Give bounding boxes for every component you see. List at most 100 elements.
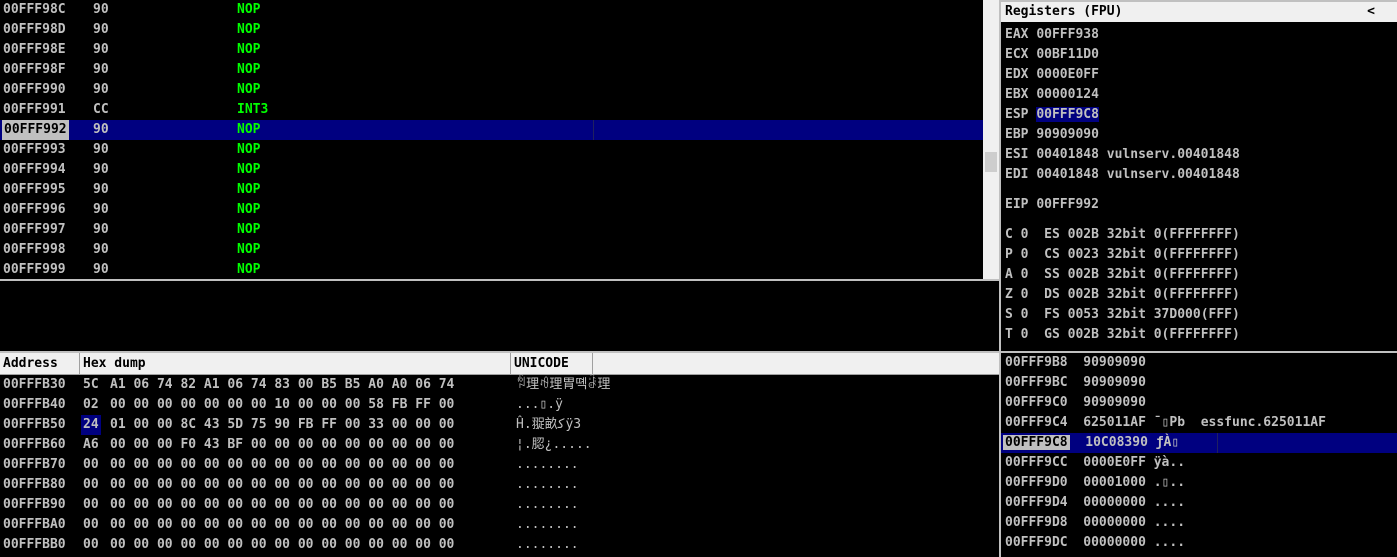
stack-value[interactable]: 00000000 [1083,535,1146,550]
dump-bytes[interactable]: 00 00 00 00 00 00 00 10 00 00 00 58 FB F… [110,395,454,415]
register-eip[interactable]: EIP 00FFF992 [1001,195,1397,215]
dump-bytes[interactable]: 01 00 00 8C 43 5D 75 90 FB FF 00 33 00 0… [110,415,454,435]
dump-byte[interactable]: 5C [83,375,99,395]
segment-value[interactable]: 0023 [1068,247,1099,262]
stack-row[interactable]: 00FFF9D8 00000000 .... [1001,513,1397,533]
dump-header-hex[interactable]: Hex dump [80,353,511,374]
segment-value[interactable]: 002B [1068,287,1099,302]
register-value[interactable]: 90909090 [1036,127,1099,142]
stack-row[interactable]: 00FFF9DC 00000000 .... [1001,533,1397,553]
segment-value[interactable]: 002B [1068,227,1099,242]
register-edi[interactable]: EDI 00401848 vulnserv.00401848 [1001,165,1397,185]
dump-bytes[interactable]: A1 06 74 82 A1 06 74 83 00 B5 B5 A0 A0 0… [110,375,454,395]
scrollbar-thumb[interactable] [985,152,997,172]
disasm-row[interactable]: 00FFF98D 90 NOP [0,20,983,40]
stack-value[interactable]: 00000000 [1083,515,1146,530]
register-value[interactable]: 00FFF938 [1036,27,1099,42]
dump-row[interactable]: 00FFFB50 24 01 00 00 8C 43 5D 75 90 FB FF … [0,415,999,435]
disasm-row[interactable]: 00FFF98F 90 NOP [0,60,983,80]
dump-byte[interactable]: A6 [83,435,99,455]
disasm-row[interactable]: 00FFF991 CC INT3 [0,100,983,120]
stack-value[interactable]: 90909090 [1083,375,1146,390]
dump-bytes[interactable]: 00 00 00 00 00 00 00 00 00 00 00 00 00 0… [110,515,454,535]
registers-pane[interactable]: Registers (FPU) < EAX 00FFF938 ECX 00BF1… [1001,2,1397,351]
register-value[interactable]: 00401848 [1036,147,1099,162]
stack-row[interactable]: 00FFF9BC 90909090 [1001,373,1397,393]
dump-row[interactable]: 00FFFB90 00 00 00 00 00 00 00 00 00 00 00 … [0,495,999,515]
dump-byte[interactable]: 02 [83,395,99,415]
flag-value[interactable]: 0 [1021,247,1029,262]
dump-bytes[interactable]: 00 00 00 00 00 00 00 00 00 00 00 00 00 0… [110,475,454,495]
segment-value[interactable]: 002B [1068,267,1099,282]
dump-byte[interactable]: 00 [83,455,99,475]
stack-value[interactable]: 625011AF [1083,415,1146,430]
disasm-row[interactable]: 00FFF999 90 NOP [0,260,983,279]
register-value[interactable]: 00BF11D0 [1036,47,1099,62]
dump-row[interactable]: 00FFFB70 00 00 00 00 00 00 00 00 00 00 00 … [0,455,999,475]
register-value[interactable]: 00FFF992 [1036,197,1099,212]
stack-row[interactable]: 00FFF9D0 00001000 .▯.. [1001,473,1397,493]
disasm-row[interactable]: 00FFF98C 90 NOP [0,0,983,20]
dump-header-address[interactable]: Address [0,353,80,374]
stack-value[interactable]: 10C08390 [1085,435,1148,450]
collapse-chevron-icon[interactable]: < [1367,2,1375,22]
register-edx[interactable]: EDX 0000E0FF [1001,65,1397,85]
stack-pane[interactable]: 00FFF9B8 90909090 00FFF9BC 90909090 00FF… [1001,353,1397,557]
disasm-row[interactable]: 00FFF994 90 NOP [0,160,983,180]
dump-byte-selected[interactable]: 24 [81,415,101,435]
dump-header-unicode[interactable]: UNICODE [511,353,593,374]
flag-value[interactable]: 0 [1021,307,1029,322]
flag-value[interactable]: 0 [1021,227,1029,242]
flag-value[interactable]: 0 [1021,267,1029,282]
flag-value[interactable]: 0 [1021,287,1029,302]
dump-byte[interactable]: 00 [83,475,99,495]
stack-row[interactable]: 00FFF9D4 00000000 .... [1001,493,1397,513]
register-eax[interactable]: EAX 00FFF938 [1001,25,1397,45]
stack-value[interactable]: 00001000 [1083,475,1146,490]
stack-row[interactable]: 00FFF9CC 0000E0FF ÿà.. [1001,453,1397,473]
disasm-scrollbar[interactable] [983,0,999,279]
flag-row[interactable]: S 0 FS 0053 32bit 37D000(FFF) [1001,305,1397,325]
dump-byte[interactable]: 00 [83,495,99,515]
stack-value[interactable]: 90909090 [1083,355,1146,370]
stack-row[interactable]: 00FFF9B8 90909090 [1001,353,1397,373]
disasm-row[interactable]: 00FFF993 90 NOP [0,140,983,160]
hex-dump-pane[interactable]: Address Hex dump UNICODE 00FFFB30 5C A1 06… [0,353,999,557]
register-esp[interactable]: ESP 00FFF9C8 [1001,105,1397,125]
stack-value[interactable]: 00000000 [1083,495,1146,510]
register-ebp[interactable]: EBP 90909090 [1001,125,1397,145]
disasm-row[interactable]: 00FFF995 90 NOP [0,180,983,200]
dump-row[interactable]: 00FFFBA0 00 00 00 00 00 00 00 00 00 00 00 … [0,515,999,535]
register-ecx[interactable]: ECX 00BF11D0 [1001,45,1397,65]
disasm-row[interactable]: 00FFF98E 90 NOP [0,40,983,60]
dump-bytes[interactable]: 00 00 00 F0 43 BF 00 00 00 00 00 00 00 0… [110,435,454,455]
segment-value[interactable]: 002B [1068,327,1099,342]
stack-row[interactable]: 00FFF9C4 625011AF ¯▯Pb essfunc.625011AF [1001,413,1397,433]
flag-row[interactable]: T 0 GS 002B 32bit 0(FFFFFFFF) [1001,325,1397,345]
register-value[interactable]: 00401848 [1036,167,1099,182]
dump-row[interactable]: 00FFFB60 A6 00 00 00 F0 43 BF 00 00 00 00 … [0,435,999,455]
register-value[interactable]: 0000E0FF [1036,67,1099,82]
register-value-highlighted[interactable]: 00FFF9C8 [1036,107,1099,122]
disasm-row-selected[interactable]: 00FFF992 90 NOP [0,120,983,140]
register-value[interactable]: 00000124 [1036,87,1099,102]
dump-row[interactable]: 00FFFB30 5C A1 06 74 82 A1 06 74 83 00 B5 … [0,375,999,395]
register-ebx[interactable]: EBX 00000124 [1001,85,1397,105]
registers-header[interactable]: Registers (FPU) < [1001,2,1397,22]
dump-bytes[interactable]: 00 00 00 00 00 00 00 00 00 00 00 00 00 0… [110,535,454,555]
dump-bytes[interactable]: 00 00 00 00 00 00 00 00 00 00 00 00 00 0… [110,495,454,515]
stack-value[interactable]: 0000E0FF [1083,455,1146,470]
flag-row[interactable]: Z 0 DS 002B 32bit 0(FFFFFFFF) [1001,285,1397,305]
flag-row[interactable]: P 0 CS 0023 32bit 0(FFFFFFFF) [1001,245,1397,265]
dump-bytes[interactable]: 00 00 00 00 00 00 00 00 00 00 00 00 00 0… [110,455,454,475]
flag-value[interactable]: 0 [1021,327,1029,342]
stack-row-selected[interactable]: 00FFF9C8 10C08390 ƒÀ▯ [1001,433,1397,453]
dump-row[interactable]: 00FFFB40 02 00 00 00 00 00 00 00 10 00 00 … [0,395,999,415]
dump-byte[interactable]: 00 [83,535,99,555]
disassembly-pane[interactable]: 00FFF98C 90 NOP 00FFF98D 90 NOP 00FFF98E 90 NO… [0,0,983,279]
stack-row[interactable]: 00FFF9C0 90909090 [1001,393,1397,413]
disasm-row[interactable]: 00FFF998 90 NOP [0,240,983,260]
segment-value[interactable]: 0053 [1068,307,1099,322]
disasm-row[interactable]: 00FFF990 90 NOP [0,80,983,100]
dump-row[interactable]: 00FFFBB0 00 00 00 00 00 00 00 00 00 00 00 … [0,535,999,555]
